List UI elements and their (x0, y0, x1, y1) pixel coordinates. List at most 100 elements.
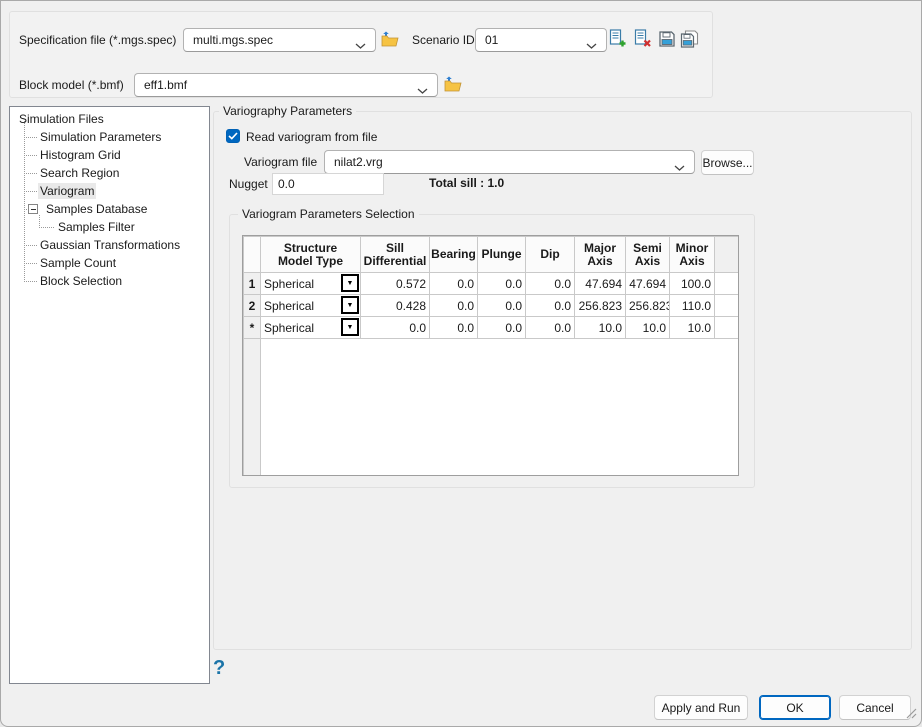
structure-model-cell[interactable]: Spherical▼ (261, 273, 361, 295)
scenario-id-value: 01 (485, 33, 498, 47)
row-header-cell[interactable]: 2 (244, 295, 261, 317)
tree-connector-line (39, 215, 40, 227)
open-folder-icon (444, 76, 462, 95)
ok-button[interactable]: OK (759, 695, 831, 720)
tree-connector-line (24, 121, 25, 281)
tree-item-block-selection[interactable]: Block Selection (38, 273, 124, 289)
tree-item-histogram-grid[interactable]: Histogram Grid (38, 147, 123, 163)
table-row: 2 Spherical▼ 0.428 0.0 0.0 0.0 256.823 2… (244, 295, 739, 317)
semi-axis-cell[interactable]: 47.694 (626, 273, 670, 295)
bearing-cell[interactable]: 0.0 (430, 317, 478, 339)
variogram-selection-title: Variogram Parameters Selection (238, 207, 419, 221)
delete-scenario-icon (633, 29, 652, 51)
read-variogram-label: Read variogram from file (246, 130, 377, 145)
tree-item-variogram[interactable]: Variogram (38, 183, 96, 199)
tree-connector-line (24, 263, 37, 264)
save-as-scenario-button[interactable] (679, 30, 699, 50)
table-row: 1 Spherical▼ 0.572 0.0 0.0 0.0 47.694 47… (244, 273, 739, 295)
open-block-model-folder-button[interactable] (443, 75, 463, 95)
filler-cell (715, 295, 739, 317)
variogram-parameters-table: StructureModel Type SillDifferential Bea… (242, 235, 739, 476)
apply-and-run-button[interactable]: Apply and Run (654, 695, 748, 720)
tree-connector-line (24, 281, 37, 282)
plunge-cell[interactable]: 0.0 (478, 317, 526, 339)
bearing-cell[interactable]: 0.0 (430, 273, 478, 295)
major-axis-cell[interactable]: 10.0 (575, 317, 626, 339)
tree-connector-line (24, 173, 37, 174)
filler-cell (715, 317, 739, 339)
cancel-button[interactable]: Cancel (839, 695, 911, 720)
major-axis-cell[interactable]: 256.823 (575, 295, 626, 317)
block-model-combobox[interactable]: eff1.bmf (134, 73, 438, 97)
collapse-samples-database-icon[interactable] (28, 204, 38, 214)
plunge-cell[interactable]: 0.0 (478, 295, 526, 317)
semi-axis-cell[interactable]: 10.0 (626, 317, 670, 339)
bearing-cell[interactable]: 0.0 (430, 295, 478, 317)
table-header-row: StructureModel Type SillDifferential Bea… (244, 237, 739, 273)
dropdown-arrow-icon[interactable]: ▼ (341, 318, 359, 336)
read-variogram-checkbox[interactable] (226, 129, 240, 143)
chevron-down-icon (674, 160, 685, 174)
variogram-file-combobox[interactable]: nilat2.vrg (324, 150, 695, 174)
chevron-down-icon (355, 38, 366, 52)
semi-axis-cell[interactable]: 256.823 (626, 295, 670, 317)
tree-connector-line (24, 245, 37, 246)
dropdown-arrow-icon[interactable]: ▼ (341, 274, 359, 292)
structure-model-cell[interactable]: Spherical▼ (261, 295, 361, 317)
simulation-files-tree: Simulation Files Simulation Parameters H… (9, 106, 210, 684)
row-header-cell[interactable]: * (244, 317, 261, 339)
spec-file-combobox[interactable]: multi.mgs.spec (183, 28, 376, 52)
resize-grip[interactable] (905, 707, 917, 722)
tree-item-simulation-files[interactable]: Simulation Files (17, 111, 106, 127)
dip-cell[interactable]: 0.0 (526, 317, 575, 339)
minor-axis-cell[interactable]: 10.0 (670, 317, 715, 339)
save-icon (658, 30, 676, 51)
col-row-header (244, 237, 261, 273)
tree-connector-line (24, 137, 37, 138)
col-structure-model-type: StructureModel Type (261, 237, 361, 273)
scenario-id-label: Scenario ID (412, 33, 475, 48)
scenario-id-combobox[interactable]: 01 (475, 28, 607, 52)
sill-cell[interactable]: 0.0 (361, 317, 430, 339)
add-scenario-button[interactable] (607, 30, 627, 50)
tree-connector-line (24, 191, 37, 192)
tree-item-samples-database[interactable]: Samples Database (44, 201, 149, 217)
save-scenario-button[interactable] (657, 30, 677, 50)
dropdown-arrow-icon[interactable]: ▼ (341, 296, 359, 314)
structure-model-cell[interactable]: Spherical▼ (261, 317, 361, 339)
tree-item-sample-count[interactable]: Sample Count (38, 255, 118, 271)
spec-file-label: Specification file (*.mgs.spec) (19, 33, 176, 48)
table-empty-space (261, 339, 739, 476)
sill-cell[interactable]: 0.572 (361, 273, 430, 295)
col-plunge: Plunge (478, 237, 526, 273)
tree-item-search-region[interactable]: Search Region (38, 165, 121, 181)
minor-axis-cell[interactable]: 110.0 (670, 295, 715, 317)
col-bearing: Bearing (430, 237, 478, 273)
help-button[interactable]: ? (213, 658, 225, 678)
table-row: * Spherical▼ 0.0 0.0 0.0 0.0 10.0 10.0 1… (244, 317, 739, 339)
tree-item-gaussian-transformations[interactable]: Gaussian Transformations (38, 237, 182, 253)
dip-cell[interactable]: 0.0 (526, 273, 575, 295)
tree-connector-line (24, 155, 37, 156)
row-header-cell[interactable]: 1 (244, 273, 261, 295)
open-spec-folder-button[interactable] (380, 30, 400, 50)
nugget-label: Nugget (229, 177, 268, 192)
table-empty-area (244, 339, 739, 476)
row-header-strip (244, 339, 261, 476)
nugget-input[interactable] (272, 173, 384, 195)
tree-item-simulation-parameters[interactable]: Simulation Parameters (38, 129, 163, 145)
block-model-label: Block model (*.bmf) (19, 78, 124, 93)
minor-axis-cell[interactable]: 100.0 (670, 273, 715, 295)
browse-button[interactable]: Browse... (701, 150, 754, 175)
block-model-value: eff1.bmf (144, 78, 187, 92)
dip-cell[interactable]: 0.0 (526, 295, 575, 317)
col-major-axis: MajorAxis (575, 237, 626, 273)
plunge-cell[interactable]: 0.0 (478, 273, 526, 295)
tree-item-samples-filter[interactable]: Samples Filter (56, 219, 137, 235)
total-sill-label: Total sill : 1.0 (429, 176, 504, 191)
delete-scenario-button[interactable] (632, 30, 652, 50)
chevron-down-icon (417, 83, 428, 97)
sill-cell[interactable]: 0.428 (361, 295, 430, 317)
major-axis-cell[interactable]: 47.694 (575, 273, 626, 295)
variography-parameters-title: Variography Parameters (219, 104, 356, 118)
